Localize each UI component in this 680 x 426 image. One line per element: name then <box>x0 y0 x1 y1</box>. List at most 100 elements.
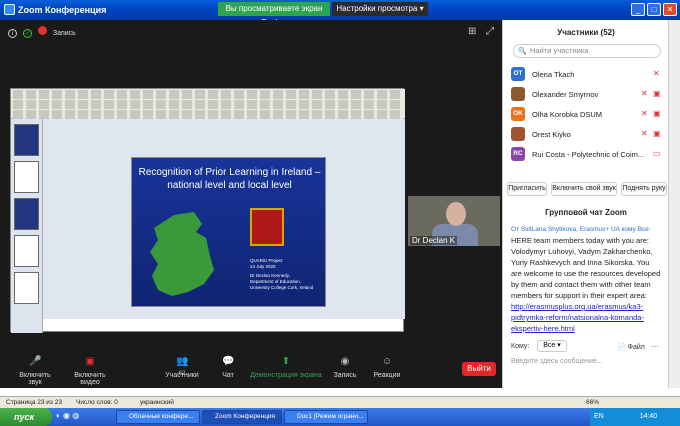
chat-button[interactable]: 💬 Чат <box>218 356 238 379</box>
close-icon[interactable]: ✕ <box>663 3 677 16</box>
chat-message: HERE team members today with you are: Vo… <box>511 236 661 300</box>
participants-label: Участники <box>165 372 199 379</box>
participant-name: Olha Korobka DSUM <box>532 110 603 119</box>
unmute-button[interactable]: 🎤 Включить звук <box>12 356 58 386</box>
chat-sender: От SvitLana Shytikova, Erasmus+ UA кому … <box>511 226 651 233</box>
meeting-toolbar: 🎤 Включить звук ▣ Включить видео 👥62 Участн… <box>0 350 502 388</box>
slide-canvas: Recognition of Prior Learning in Ireland… <box>43 119 405 319</box>
reactions-label: Реакции <box>373 372 401 379</box>
window-titlebar: Zoom Конференция Вы просматриваете экран… <box>0 0 680 27</box>
participants-button[interactable]: 👥62 Участники <box>164 356 200 379</box>
share-screen-button[interactable]: ⬆ Демонстрация экрана <box>248 356 324 379</box>
chat-to-label: Кому: <box>511 343 530 350</box>
participant-name: Rui Costa - Polytechnic of Coim... <box>532 150 645 159</box>
camera-off-icon: ▣ <box>653 109 661 118</box>
camera-off-icon: ▣ <box>653 129 661 138</box>
record-label: Запись <box>52 30 76 37</box>
chat-recipient-select[interactable]: Все ▾ <box>537 340 567 352</box>
share-screen-icon: ⬆ <box>281 356 291 367</box>
meeting-top-strip: i ✓ Запись <box>8 26 76 38</box>
maximize-icon[interactable]: □ <box>647 3 661 16</box>
word-count: Число слов: 0 <box>76 399 118 406</box>
word-statusbar: Страница 23 из 23 Число слов: 0 украинск… <box>0 396 680 408</box>
participant-search-input[interactable]: 🔍 Найти участника <box>513 44 661 58</box>
chat-input[interactable]: Введите здесь сообщение... <box>511 358 661 365</box>
page-indicator: Страница 23 из 23 <box>6 399 62 406</box>
view-options-button[interactable]: Настройки просмотра ▾ <box>332 2 428 16</box>
grid-view-icon[interactable]: ⊞ <box>468 26 476 37</box>
avatar <box>511 127 525 141</box>
scrollbar[interactable] <box>668 20 680 388</box>
university-crest-icon <box>250 208 284 246</box>
invite-button[interactable]: Пригласить <box>507 182 547 196</box>
taskbar: пуск ◐ ◉ ◍ Облачные конфере... Zoom Конф… <box>0 408 680 426</box>
start-video-button[interactable]: ▣ Включить видео <box>64 356 116 386</box>
participant-row[interactable]: Orest Kiyko ✕ ▣ <box>503 124 665 144</box>
meeting-area: i ✓ Запись ⊞ ⤢ Recognition of Prior Lear… <box>0 20 502 388</box>
clock: 14:40 <box>639 413 658 420</box>
side-panel: Участники (52) 🔍 Найти участника OT Olena… <box>502 20 668 388</box>
minimize-icon[interactable]: _ <box>631 3 645 16</box>
avatar: RC <box>511 147 525 161</box>
start-button[interactable]: пуск <box>0 408 52 426</box>
record-button[interactable]: ◉ Запись <box>332 356 358 379</box>
avatar <box>511 87 525 101</box>
avatar: OK <box>511 107 525 121</box>
participants-title: Участники (52) <box>557 28 615 37</box>
taskbar-item[interactable]: Zoom Конференция <box>202 410 282 424</box>
reactions-icon: ☺ <box>381 356 393 367</box>
zoom-level: 66% <box>586 399 600 406</box>
speaker-video[interactable]: Dr Declan K <box>408 196 500 246</box>
more-icon[interactable]: ⋯ <box>651 342 659 351</box>
camera-icon: ▭ <box>653 149 661 158</box>
mic-muted-icon: ✕ <box>641 89 648 98</box>
mic-muted-icon: ✕ <box>653 69 660 78</box>
record-toolbar-label: Запись <box>333 372 357 379</box>
share-banner: Вы просматриваете экран Declan <box>218 2 330 27</box>
participant-name: Olena Tkach <box>532 70 575 79</box>
participant-row[interactable]: OT Olena Tkach ✕ <box>503 64 665 84</box>
mic-muted-icon: 🎤 <box>29 356 42 367</box>
video-name: Dr Declan K <box>410 236 458 245</box>
ireland-map-icon <box>150 212 214 296</box>
participant-row[interactable]: RC Rui Costa - Polytechnic of Coim... ▭ <box>503 144 665 164</box>
participants-icon: 👥62 <box>176 356 189 377</box>
taskbar-item[interactable]: Doc1 [Режим ограни... <box>284 410 368 424</box>
start-video-label: Включить видео <box>74 372 106 386</box>
participant-row[interactable]: Olexander Smyrnov ✕ ▣ <box>503 84 665 104</box>
participant-row[interactable]: OK Olha Korobka DSUM ✕ ▣ <box>503 104 665 124</box>
participant-name: Orest Kiyko <box>532 130 571 139</box>
fullscreen-icon[interactable]: ⤢ <box>486 26 494 37</box>
app-menubar <box>11 89 405 119</box>
chat-messages: От SvitLana Shytikova, Erasmus+ UA кому … <box>511 224 661 334</box>
leave-button[interactable]: Выйти <box>462 362 496 376</box>
record-dot-icon <box>37 26 47 35</box>
window-title: Zoom Конференция <box>18 5 107 15</box>
record-icon: ◉ <box>340 356 350 367</box>
slide: Recognition of Prior Learning in Ireland… <box>131 157 326 307</box>
quicklaunch-icons[interactable]: ◐ ◉ ◍ <box>56 411 79 420</box>
info-icon[interactable]: i <box>8 29 17 38</box>
slide-thumbnails <box>11 119 43 333</box>
shield-icon[interactable]: ✓ <box>22 29 32 38</box>
chat-file-button[interactable]: 📄 Файл <box>617 343 645 351</box>
share-screen-label: Демонстрация экрана <box>250 372 322 379</box>
keyboard-language[interactable]: EN <box>594 413 604 420</box>
shared-screen: Recognition of Prior Learning in Ireland… <box>10 88 405 333</box>
mic-muted-icon: ✕ <box>641 109 648 118</box>
file-icon: 📄 <box>617 344 626 351</box>
chat-link[interactable]: http://erasmusplus.org.ua/erasmus/ka3-pi… <box>511 302 644 333</box>
taskbar-item[interactable]: Облачные конфере... <box>116 410 200 424</box>
search-placeholder: Найти участника <box>530 46 589 55</box>
avatar: OT <box>511 67 525 81</box>
chat-file-label: Файл <box>627 344 645 351</box>
search-icon: 🔍 <box>518 48 527 55</box>
raise-hand-button[interactable]: Поднять руку <box>621 182 667 196</box>
slide-project: QUARiU Project 14 July 2020 <box>250 258 283 269</box>
mic-muted-icon: ✕ <box>641 129 648 138</box>
chat-icon: 💬 <box>222 356 235 367</box>
reactions-button[interactable]: ☺ Реакции <box>372 356 402 379</box>
language-indicator: украинский <box>140 399 174 406</box>
camera-off-icon: ▣ <box>653 89 661 98</box>
unmute-self-button[interactable]: Включить свой звук <box>551 182 617 196</box>
